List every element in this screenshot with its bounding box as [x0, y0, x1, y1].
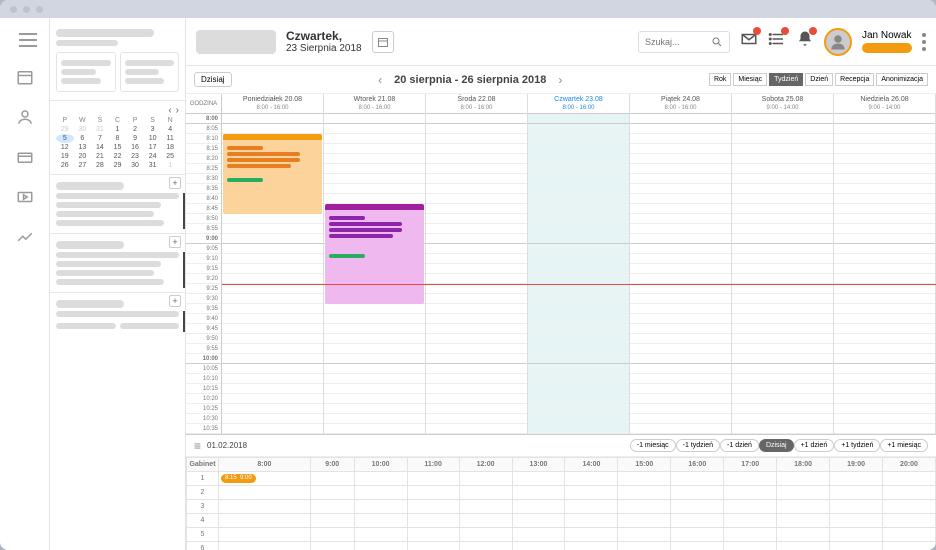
next-week[interactable]: ›: [558, 73, 562, 87]
minical-prev[interactable]: ‹: [168, 105, 171, 116]
date-range-label: 20 sierpnia - 26 sierpnia 2018: [394, 74, 546, 86]
appointment-event[interactable]: [325, 204, 424, 304]
search-box[interactable]: [638, 31, 730, 53]
current-time-line: [222, 284, 936, 285]
day-column[interactable]: Wtorek 21.088:00 - 16:00: [324, 94, 426, 434]
more-menu-icon[interactable]: [922, 33, 926, 51]
timeline-nav-button[interactable]: -1 dzień: [720, 439, 759, 452]
day-column[interactable]: Środa 22.088:00 - 16:00: [426, 94, 528, 434]
timeline-nav-button[interactable]: +1 tydzień: [834, 439, 880, 452]
week-calendar: GODZINA 8:008:058:108:158:208:258:308:35…: [186, 94, 936, 435]
mail-icon[interactable]: [740, 30, 758, 53]
search-input[interactable]: [645, 37, 705, 47]
user-name: Jan Nowak: [862, 30, 912, 41]
panel-list-1: +: [50, 174, 185, 233]
view-miesiąc[interactable]: Miesiąc: [733, 73, 767, 86]
day-column[interactable]: Sobota 25.089:00 - 14:00: [732, 94, 834, 434]
calendar-toolbar: Dzisiaj ‹ 20 sierpnia - 26 sierpnia 2018…: [186, 66, 936, 94]
app-header: Czwartek,23 Sierpnia 2018 Jan Nowak: [186, 18, 936, 66]
timeline-nav-button[interactable]: Dzisiaj: [759, 439, 794, 452]
day-column[interactable]: Czwartek 23.088:00 - 16:00: [528, 94, 630, 434]
mini-calendar[interactable]: ‹› PWŚCPSN293031123456789101112131415161…: [50, 101, 185, 174]
prev-week[interactable]: ‹: [378, 73, 382, 87]
left-panel: ‹› PWŚCPSN293031123456789101112131415161…: [50, 18, 186, 550]
media-icon[interactable]: [16, 188, 34, 206]
icon-rail: [0, 18, 50, 550]
view-rok[interactable]: Rok: [709, 73, 731, 86]
today-button[interactable]: Dzisiaj: [194, 72, 232, 87]
timeline-nav-button[interactable]: -1 miesiąc: [630, 439, 676, 452]
day-column[interactable]: Niedziela 26.089:00 - 14:00: [834, 94, 936, 434]
appointment-event[interactable]: [223, 134, 322, 214]
card-icon[interactable]: [16, 148, 34, 166]
view-dzień[interactable]: Dzień: [805, 73, 833, 86]
view-tydzień[interactable]: Tydzień: [769, 73, 803, 86]
timeline-date: 01.02.2018: [207, 441, 247, 450]
current-date: Czwartek,23 Sierpnia 2018: [286, 29, 362, 54]
search-icon: [711, 36, 723, 48]
view-anonimizacja[interactable]: Anonimizacja: [876, 73, 928, 86]
view-switcher: RokMiesiącTydzieńDzieńRecepcjaAnonimizac…: [709, 73, 928, 86]
tasks-icon[interactable]: [768, 30, 786, 53]
logo: [196, 30, 276, 54]
user-block: Jan Nowak: [862, 30, 912, 53]
datepicker-icon[interactable]: [372, 31, 394, 53]
mini-appointment[interactable]: 8:15 9:00: [221, 474, 256, 483]
main-area: Czwartek,23 Sierpnia 2018 Jan Nowak: [186, 18, 936, 550]
user-icon[interactable]: [16, 108, 34, 126]
view-recepcja[interactable]: Recepcja: [835, 73, 874, 86]
user-status-pill: [862, 43, 912, 53]
add-button[interactable]: +: [169, 236, 181, 248]
timeline-nav-button[interactable]: +1 miesiąc: [880, 439, 928, 452]
minical-next[interactable]: ›: [176, 105, 179, 116]
timeline-panel: ≡ 01.02.2018 -1 miesiąc-1 tydzień-1 dzie…: [186, 435, 936, 550]
timeline-nav-button[interactable]: -1 tydzień: [676, 439, 720, 452]
day-column[interactable]: Poniedziałek 20.088:00 - 16:00: [222, 94, 324, 434]
bell-icon[interactable]: [796, 30, 814, 53]
timeline-nav-button[interactable]: +1 dzień: [794, 439, 835, 452]
timeline-menu-icon[interactable]: ≡: [194, 439, 201, 453]
panel-list-3: +: [50, 292, 185, 336]
chart-icon[interactable]: [16, 228, 34, 246]
calendar-icon[interactable]: [16, 68, 34, 86]
panel-list-2: +: [50, 233, 185, 292]
app-window: ‹› PWŚCPSN293031123456789101112131415161…: [0, 0, 936, 550]
add-button[interactable]: +: [169, 295, 181, 307]
avatar[interactable]: [824, 28, 852, 56]
day-column[interactable]: Piątek 24.088:00 - 16:00: [630, 94, 732, 434]
add-button[interactable]: +: [169, 177, 181, 189]
window-titlebar: [0, 0, 936, 18]
hour-column-header: GODZINA: [186, 94, 221, 114]
menu-icon[interactable]: [16, 28, 34, 46]
